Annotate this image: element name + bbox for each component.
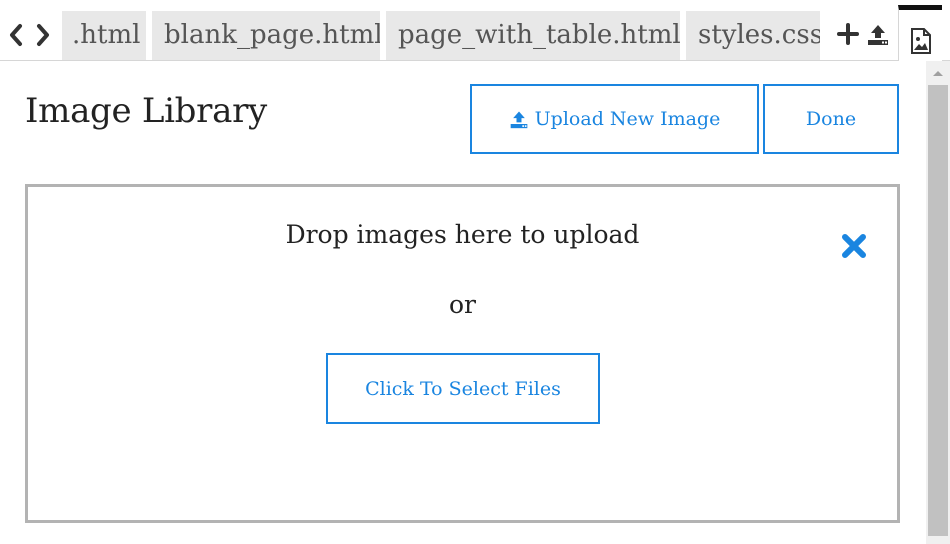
done-button-label: Done — [805, 108, 857, 130]
tab-page-with-table[interactable]: page_with_table.html — [386, 11, 680, 60]
upload-button-label: Upload New Image — [534, 108, 721, 130]
tab-label: blank_page.html — [164, 20, 380, 50]
tab-blank-page[interactable]: blank_page.html — [152, 11, 380, 60]
image-file-icon — [911, 28, 931, 54]
chevron-left-icon[interactable] — [8, 22, 24, 48]
scroll-thumb[interactable] — [928, 85, 948, 536]
tab-label: page_with_table.html — [398, 20, 680, 50]
plus-icon[interactable] — [836, 22, 860, 46]
close-icon[interactable] — [840, 232, 868, 260]
upload-icon — [510, 111, 528, 129]
select-files-label: Click To Select Files — [365, 377, 561, 400]
done-button[interactable]: Done — [763, 84, 899, 154]
tab-image-library[interactable] — [898, 5, 942, 61]
or-separator: or — [448, 290, 476, 319]
select-files-button[interactable]: Click To Select Files — [326, 353, 600, 424]
scrollbar[interactable] — [926, 61, 950, 544]
tab-styles-css[interactable]: styles.css — [686, 11, 820, 60]
drop-zone[interactable]: Drop images here to upload or Click To S… — [25, 184, 900, 523]
tab-bar: .html blank_page.html page_with_table.ht… — [0, 0, 950, 61]
tab-html[interactable]: .html — [62, 11, 146, 60]
scroll-up-arrow[interactable] — [926, 65, 950, 81]
upload-new-image-button[interactable]: Upload New Image — [470, 84, 759, 154]
tab-label: styles.css — [698, 20, 820, 50]
upload-icon[interactable] — [866, 22, 890, 46]
tab-label: .html — [72, 20, 141, 50]
drop-instruction: Drop images here to upload — [285, 220, 640, 249]
page-title: Image Library — [25, 91, 267, 131]
chevron-right-icon[interactable] — [35, 22, 51, 48]
